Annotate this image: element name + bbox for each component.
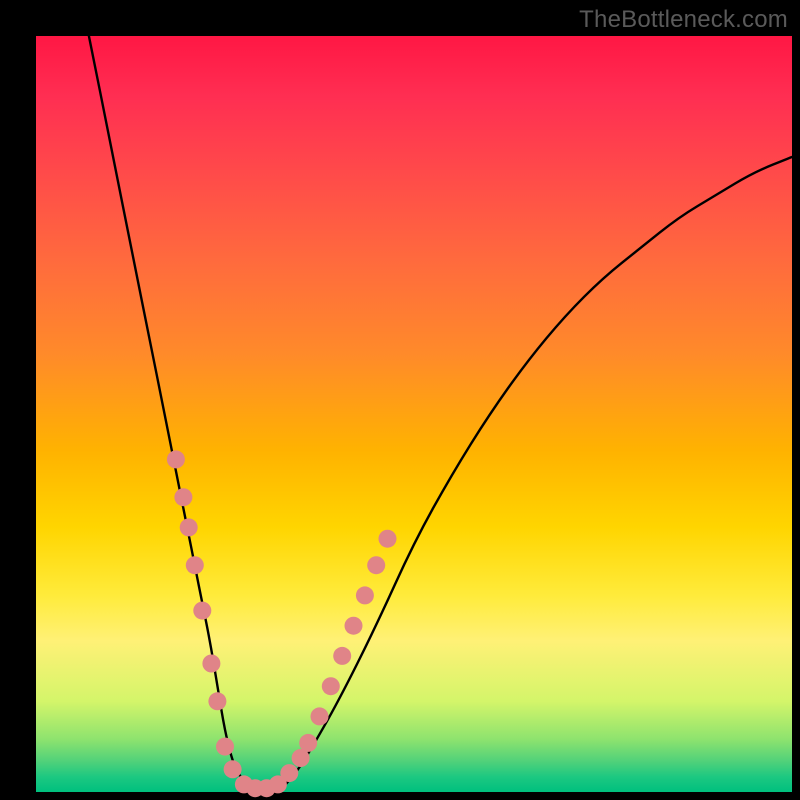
outer-frame: TheBottleneck.com [0, 0, 800, 800]
data-marker [367, 556, 385, 574]
data-marker [208, 692, 226, 710]
data-marker [280, 764, 298, 782]
data-marker [224, 760, 242, 778]
data-marker [333, 647, 351, 665]
data-marker [311, 707, 329, 725]
data-marker [299, 734, 317, 752]
data-marker [322, 677, 340, 695]
data-marker [193, 602, 211, 620]
data-marker [356, 586, 374, 604]
data-marker [186, 556, 204, 574]
data-marker [180, 518, 198, 536]
data-marker [167, 450, 185, 468]
data-marker [216, 738, 234, 756]
data-marker [379, 530, 397, 548]
data-marker [345, 617, 363, 635]
data-marker [202, 655, 220, 673]
watermark-text: TheBottleneck.com [579, 6, 788, 34]
data-marker [174, 488, 192, 506]
marker-layer [167, 450, 397, 797]
chart-svg [36, 36, 792, 792]
curve-layer [89, 36, 792, 792]
plot-area [36, 36, 792, 792]
bottleneck-curve [89, 36, 792, 792]
